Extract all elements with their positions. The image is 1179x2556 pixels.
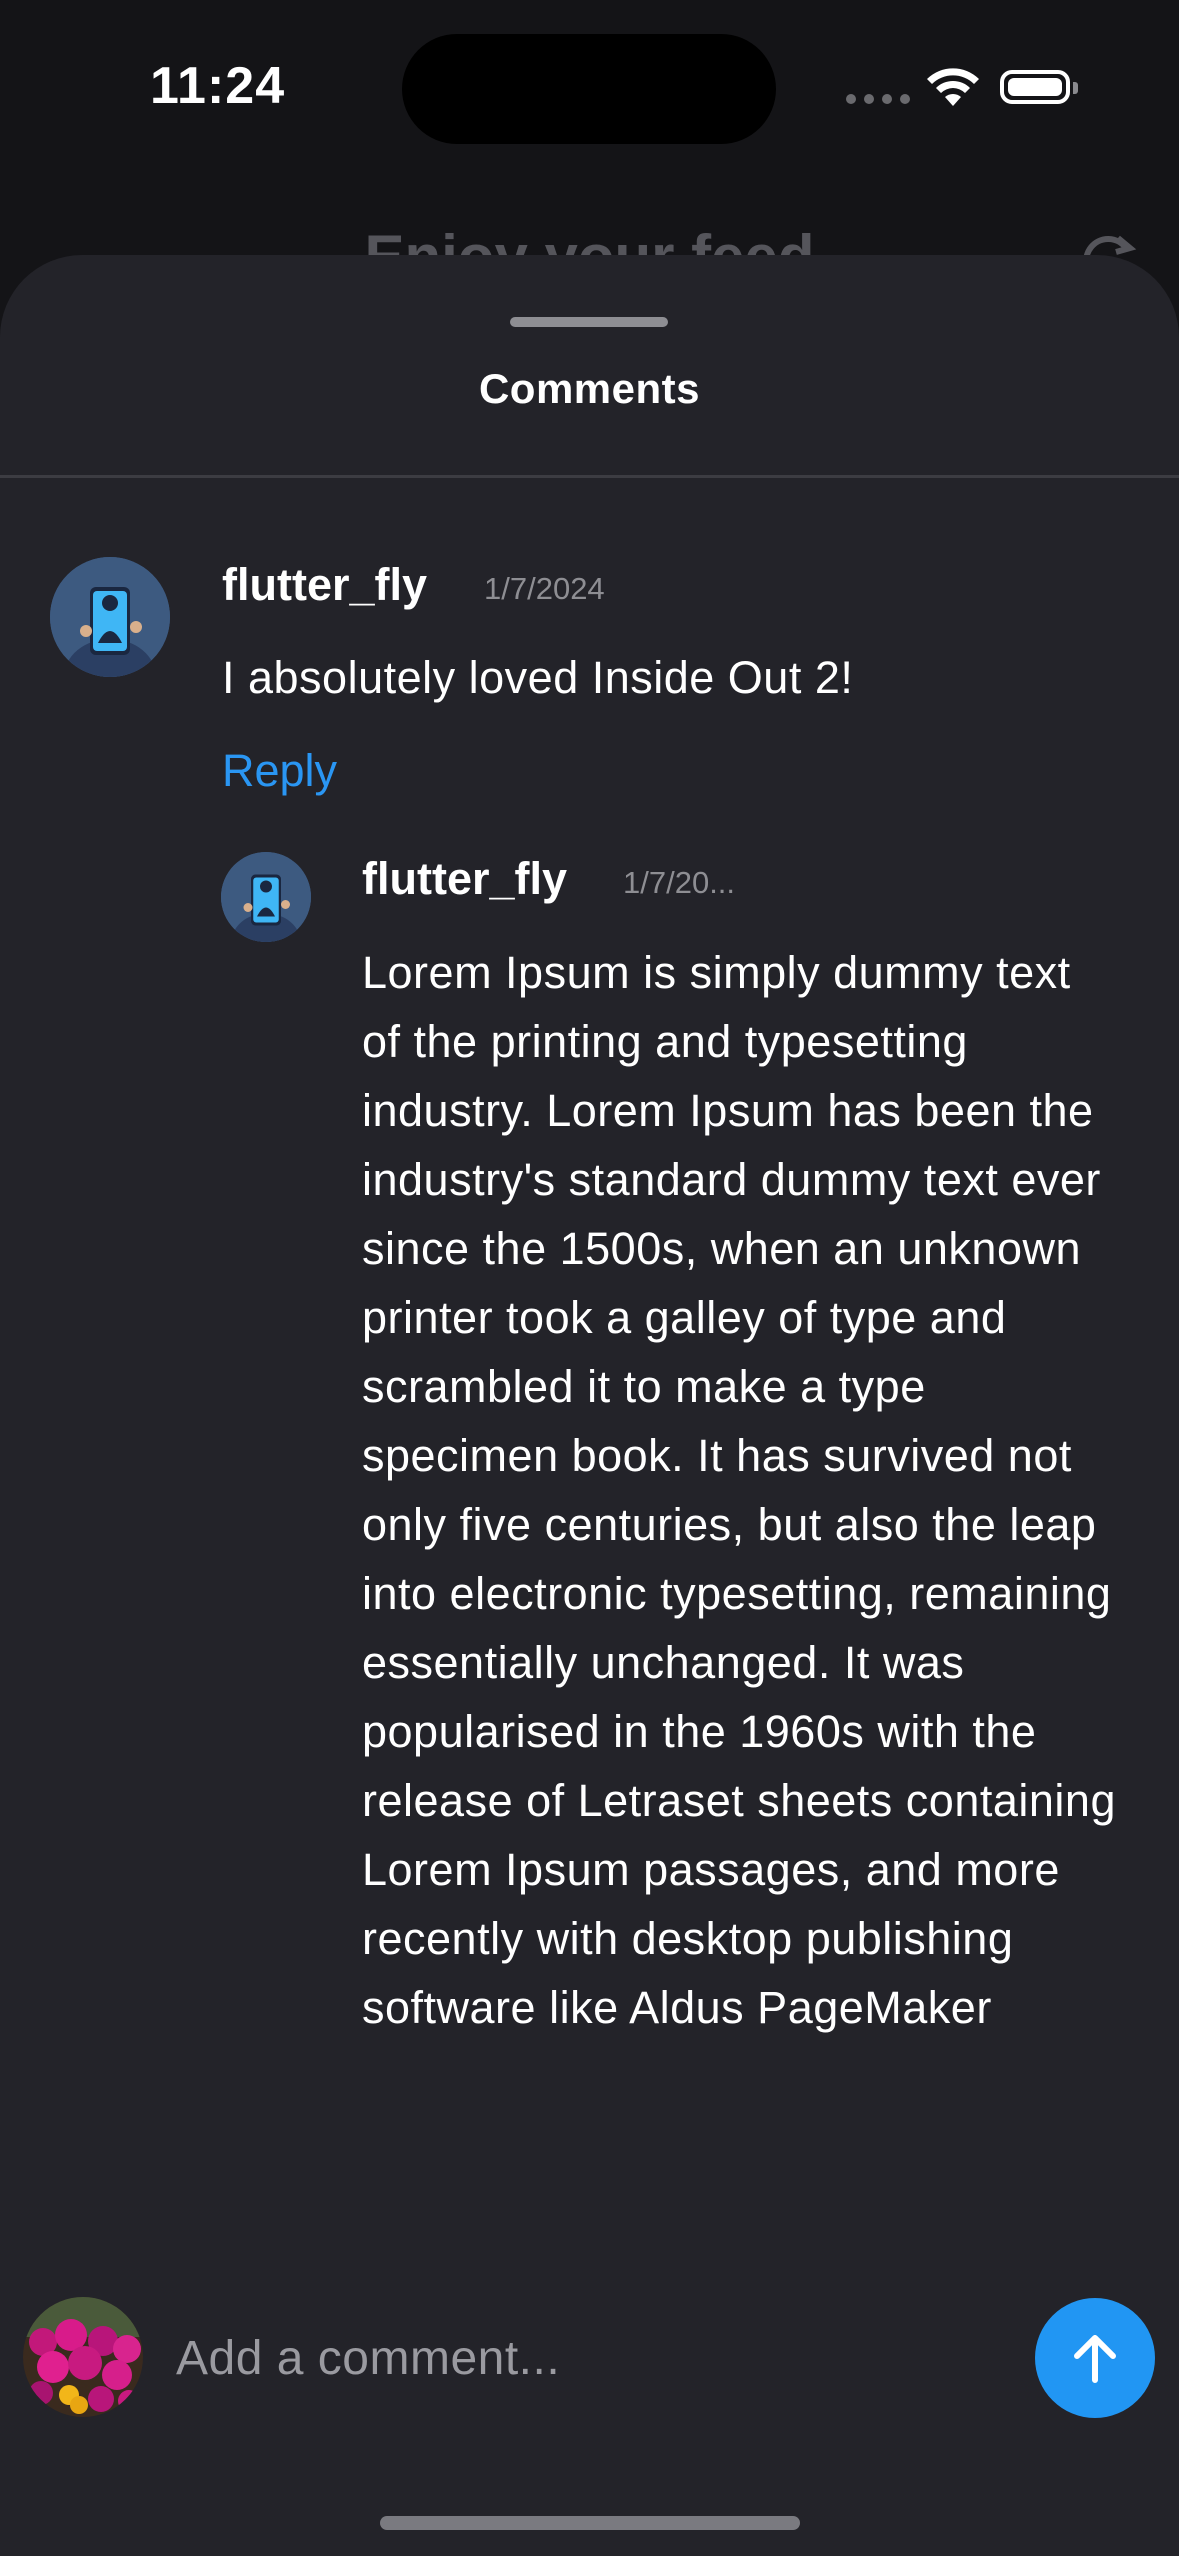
user-avatar-image: [50, 557, 170, 677]
reply-button[interactable]: Reply: [222, 745, 337, 797]
comment-input[interactable]: [176, 2325, 996, 2391]
reply-timestamp: 1/7/20...: [623, 865, 736, 900]
header-divider: [0, 475, 1179, 478]
sheet-drag-handle[interactable]: [510, 317, 668, 327]
avatar[interactable]: [221, 852, 311, 942]
current-user-avatar[interactable]: [23, 2297, 143, 2417]
reply-text: Lorem Ipsum is simply dummy text of the …: [362, 947, 1116, 2033]
comments-sheet: Comments flutter_fly 1/7/2024 I absolute…: [0, 255, 1179, 2556]
avatar[interactable]: [50, 557, 170, 677]
flowers-avatar-image: [23, 2297, 143, 2417]
reply-username[interactable]: flutter_fly: [362, 853, 567, 905]
comment-text: I absolutely loved Inside Out 2!: [222, 652, 854, 703]
wifi-icon: [927, 68, 979, 106]
user-avatar-image: [221, 852, 311, 942]
send-button[interactable]: [1035, 2298, 1155, 2418]
home-indicator[interactable]: [380, 2516, 800, 2530]
status-time: 11:24: [150, 57, 286, 115]
comment-username[interactable]: flutter_fly: [222, 559, 427, 611]
battery-icon: [1000, 70, 1078, 104]
cellular-signal-icon: [846, 94, 910, 104]
screen: 11:24 Enjoy your feed Comments: [0, 0, 1179, 2556]
sheet-title: Comments: [478, 365, 701, 412]
dynamic-island: [402, 34, 776, 144]
arrow-up-icon: [1074, 2335, 1116, 2383]
comment-timestamp: 1/7/2024: [484, 571, 605, 606]
